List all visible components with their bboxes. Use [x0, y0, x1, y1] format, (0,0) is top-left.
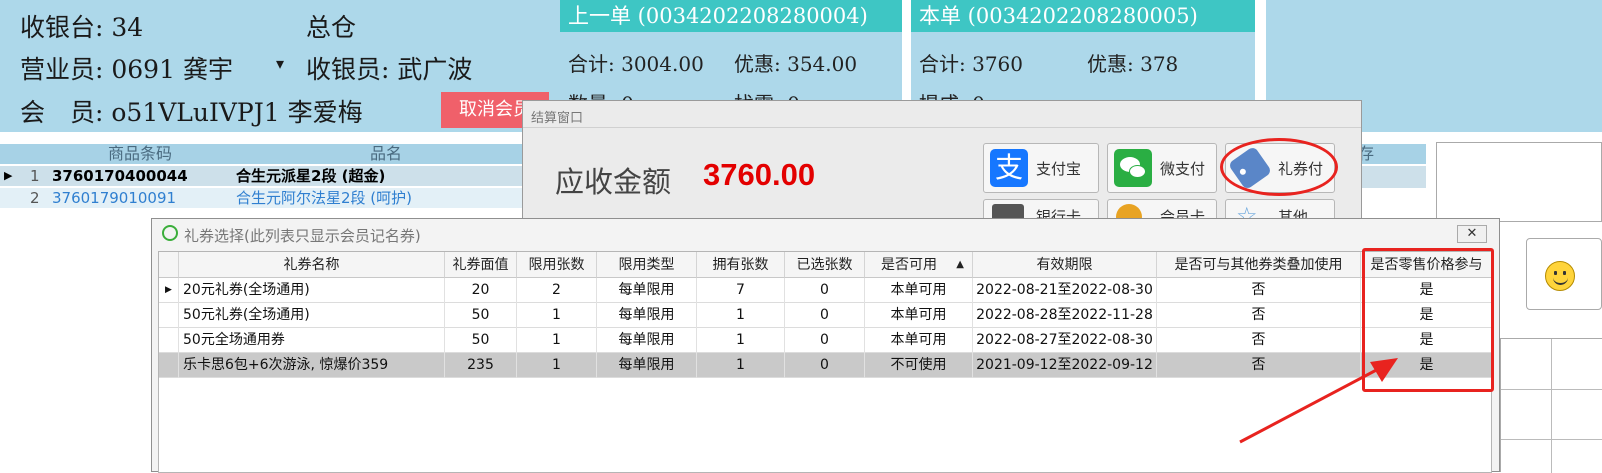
- row-index: 2: [30, 189, 40, 207]
- voucher-name: 50元礼券(全场通用): [179, 303, 445, 328]
- col-limit-type[interactable]: 限用类型: [597, 252, 697, 278]
- owned-count: 7: [697, 278, 785, 303]
- amount-due-value: 3760.00: [703, 157, 816, 192]
- product-table-corner: [0, 144, 48, 164]
- owned-count: 1: [697, 328, 785, 353]
- stackable: 否: [1157, 278, 1361, 303]
- face-value: 50: [445, 303, 517, 328]
- right-emoji-box: [1526, 238, 1602, 310]
- availability: 本单可用: [865, 278, 973, 303]
- col-owned-count[interactable]: 拥有张数: [697, 252, 785, 278]
- col-face-value[interactable]: 礼券面值: [445, 252, 517, 278]
- limit-type: 每单限用: [597, 353, 697, 378]
- validity-period: 2022-08-28至2022-11-28: [973, 303, 1157, 328]
- row-header-cell: [159, 303, 179, 328]
- selected-count: 0: [785, 303, 865, 328]
- col-stackable[interactable]: 是否可与其他券类叠加使用: [1157, 252, 1361, 278]
- row-barcode: 3760170400044: [52, 167, 188, 185]
- title-divider: [523, 127, 1361, 128]
- previous-order-discount: 优惠: 354.00: [734, 52, 858, 76]
- sort-asc-icon: ▲: [956, 259, 964, 270]
- validity-period: 2022-08-21至2022-08-30: [973, 278, 1157, 303]
- col-selected-count[interactable]: 已选张数: [785, 252, 865, 278]
- face-value: 20: [445, 278, 517, 303]
- selected-count: 0: [785, 328, 865, 353]
- right-info-box: [1436, 142, 1602, 222]
- col-limit-count[interactable]: 限用张数: [517, 252, 597, 278]
- stackable: 否: [1157, 303, 1361, 328]
- warehouse-label: 总仓: [306, 13, 357, 42]
- refresh-icon: [162, 225, 178, 241]
- limit-type: 每单限用: [597, 278, 697, 303]
- availability: 不可使用: [865, 353, 973, 378]
- voucher-name: 乐卡思6包+6次游泳, 惊爆价359: [179, 353, 445, 378]
- close-button[interactable]: ✕: [1457, 225, 1487, 243]
- clerk-dropdown-icon[interactable]: ▾: [276, 54, 284, 73]
- current-order-title: 本单 (0034202208280005): [911, 0, 1255, 32]
- right-grid: [1500, 338, 1602, 473]
- owned-count: 1: [697, 353, 785, 378]
- row-header-cell: [159, 353, 179, 378]
- table-row[interactable]: 2 3760179010091 合生元阿尔法星2段 (呵护): [0, 188, 540, 208]
- table-row[interactable]: ▶ 1 3760170400044 合生元派星2段 (超金): [0, 166, 540, 186]
- limit-count: 1: [517, 328, 597, 353]
- previous-order-total: 合计: 3004.00: [568, 52, 704, 76]
- voucher-name: 20元礼券(全场通用): [179, 278, 445, 303]
- annotation-arrow: [1239, 358, 1398, 444]
- smiley-icon: [1545, 261, 1575, 291]
- row-index: 1: [30, 167, 40, 185]
- alipay-button[interactable]: 支 支付宝: [983, 143, 1099, 193]
- limit-type: 每单限用: [597, 328, 697, 353]
- limit-count: 1: [517, 353, 597, 378]
- product-col-barcode[interactable]: 商品条码: [48, 144, 232, 164]
- alipay-label: 支付宝: [1036, 160, 1082, 178]
- register-label: 收银台: 34: [20, 13, 144, 42]
- highlight-ellipse: [1220, 138, 1338, 196]
- selected-count: 0: [785, 278, 865, 303]
- voucher-dialog-title: 礼券选择(此列表只显示会员记名券): [184, 227, 421, 245]
- voucher-name: 50元全场通用券: [179, 328, 445, 353]
- current-order-discount: 优惠: 378: [1087, 52, 1179, 76]
- alipay-icon: 支: [990, 149, 1028, 187]
- cashier-label: 收银员: 武广波: [306, 55, 473, 84]
- availability: 本单可用: [865, 303, 973, 328]
- validity-period: 2021-09-12至2022-09-12: [973, 353, 1157, 378]
- col-available[interactable]: 是否可用 ▲: [865, 252, 973, 278]
- current-row-icon: ▶: [159, 278, 179, 303]
- member-label: 会 员: o51VLuIVPJ1 李爱梅: [20, 98, 363, 127]
- row-barcode: 3760179010091: [52, 189, 177, 207]
- wechat-pay-label: 微支付: [1160, 160, 1206, 178]
- grid-corner: [159, 252, 179, 278]
- product-col-name[interactable]: 品名: [232, 144, 540, 164]
- row-product-name: 合生元阿尔法星2段 (呵护): [236, 189, 413, 207]
- col-available-label: 是否可用: [881, 257, 937, 273]
- limit-count: 1: [517, 303, 597, 328]
- amount-due-label: 应收金额: [555, 165, 672, 199]
- row-product-name: 合生元派星2段 (超金): [236, 167, 386, 185]
- current-row-icon: ▶: [4, 169, 13, 182]
- info-panel: 收银台: 34 总仓 营业员: 0691 龚宇 ▾ 收银员: 武广波 会 员: …: [0, 0, 560, 132]
- wechat-icon: [1114, 149, 1152, 187]
- table-row[interactable]: 50元礼券(全场通用) 50 1 每单限用 1 0 本单可用 2022-08-2…: [159, 303, 1493, 328]
- limit-count: 2: [517, 278, 597, 303]
- product-table: 商品条码 品名 ▶ 1 3760170400044 合生元派星2段 (超金) 2…: [0, 144, 540, 214]
- owned-count: 1: [697, 303, 785, 328]
- face-value: 235: [445, 353, 517, 378]
- settle-window-title: 结算窗口: [531, 111, 584, 126]
- selected-count: 0: [785, 353, 865, 378]
- table-row[interactable]: ▶ 20元礼券(全场通用) 20 2 每单限用 7 0 本单可用 2022-08…: [159, 278, 1493, 303]
- wechat-pay-button[interactable]: 微支付: [1107, 143, 1217, 193]
- face-value: 50: [445, 328, 517, 353]
- col-voucher-name[interactable]: 礼券名称: [179, 252, 445, 278]
- col-validity-period[interactable]: 有效期限: [973, 252, 1157, 278]
- row-header-cell: [159, 328, 179, 353]
- validity-period: 2022-08-27至2022-08-30: [973, 328, 1157, 353]
- previous-order-title: 上一单 (0034202208280004): [560, 0, 902, 32]
- current-order-total: 合计: 3760: [919, 52, 1023, 76]
- clerk-label: 营业员: 0691 龚宇: [20, 55, 233, 84]
- availability: 本单可用: [865, 328, 973, 353]
- limit-type: 每单限用: [597, 303, 697, 328]
